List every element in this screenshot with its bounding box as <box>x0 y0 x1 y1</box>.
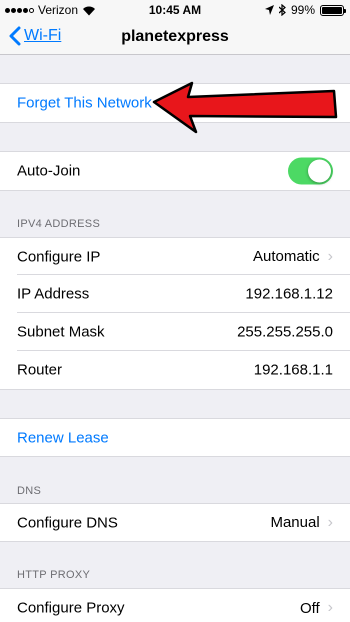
battery-icon <box>320 4 346 16</box>
bluetooth-icon <box>278 4 286 16</box>
router-value: 192.168.1.1 <box>253 361 333 379</box>
subnet-mask-row: Subnet Mask 255.255.255.0 <box>0 313 350 351</box>
row-label: IP Address <box>17 285 90 303</box>
auto-join-toggle[interactable] <box>288 157 333 185</box>
chevron-right-icon: › <box>327 247 333 265</box>
chevron-right-icon: › <box>327 513 333 531</box>
row-value: Automatic › <box>253 248 333 266</box>
row-label: Router <box>17 361 63 379</box>
battery-percent: 99% <box>290 3 315 17</box>
configure-dns-row[interactable]: Configure DNS Manual › <box>0 503 350 542</box>
renew-lease-label: Renew Lease <box>17 429 109 446</box>
navigation-bar: Wi-Fi planetexpress <box>0 20 350 55</box>
row-value: Off › <box>300 599 333 617</box>
router-row: Router 192.168.1.1 <box>0 351 350 390</box>
ip-address-value: 192.168.1.12 <box>245 285 333 303</box>
configure-proxy-row[interactable]: Configure Proxy Off › <box>0 588 350 622</box>
configure-proxy-value: Off <box>299 599 320 617</box>
location-icon <box>264 5 274 15</box>
row-label: Configure DNS <box>17 514 118 531</box>
ip-address-row: IP Address 192.168.1.12 <box>0 275 350 313</box>
ipv4-section-header: IPV4 ADDRESS <box>17 218 101 230</box>
status-right-group: 99% <box>264 3 346 17</box>
forget-network-label: Forget This Network <box>17 94 152 112</box>
toggle-knob <box>308 159 331 183</box>
chevron-right-icon: › <box>327 599 333 616</box>
http-proxy-section-header: HTTP PROXY <box>17 569 91 581</box>
configure-ip-value: Automatic <box>252 248 320 265</box>
page-title: planetexpress <box>121 28 229 45</box>
subnet-mask-value: 255.255.255.0 <box>237 323 333 341</box>
configure-ip-row[interactable]: Configure IP Automatic › <box>0 237 350 275</box>
dns-section-header: DNS <box>17 485 42 497</box>
annotation-arrow-icon <box>152 81 338 134</box>
auto-join-label: Auto-Join <box>17 162 81 180</box>
auto-join-row: Auto-Join <box>0 151 350 191</box>
status-bar: Verizon 10:45 AM 99% <box>0 0 350 20</box>
row-value: Manual › <box>270 514 333 532</box>
row-label: Configure IP <box>17 248 101 265</box>
renew-lease-button[interactable]: Renew Lease <box>0 418 350 457</box>
row-label: Subnet Mask <box>17 323 105 341</box>
configure-dns-value: Manual <box>270 514 320 531</box>
row-label: Configure Proxy <box>17 599 125 617</box>
